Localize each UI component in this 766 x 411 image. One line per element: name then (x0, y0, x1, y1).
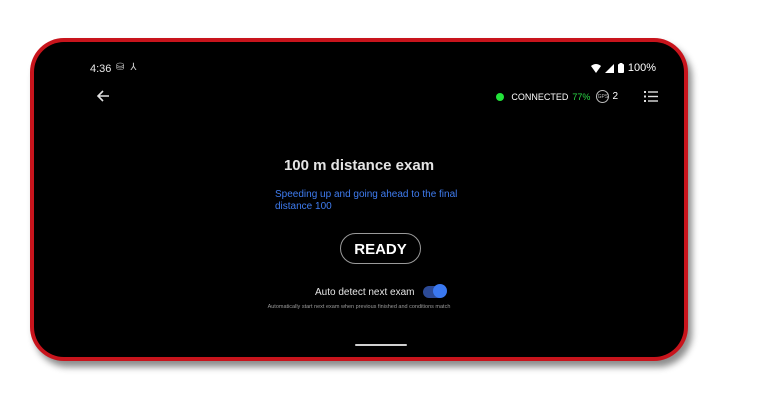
connection-status: CONNECTED 77% GPS 2 (496, 90, 658, 103)
sim-icon: ⛁ (116, 62, 131, 73)
device-frame: 4:36 ⛁⅄ 100% CONNECTED 77% GPS 2 100 m d… (30, 38, 688, 361)
connection-label: CONNECTED (511, 91, 569, 102)
auto-detect-hint: Automatically start next exam when previ… (267, 304, 451, 310)
auto-detect-toggle[interactable] (423, 284, 447, 298)
satellite-count: 2 (612, 91, 618, 102)
status-left-icons: ⛁⅄ (116, 62, 143, 73)
exam-description: Speeding up and going ahead to the final… (275, 189, 485, 213)
gps-icon: GPS (596, 90, 610, 103)
arrow-left-icon[interactable] (94, 87, 112, 105)
list-icon[interactable] (644, 90, 658, 103)
battery-icon (617, 63, 624, 73)
status-right: 100% (590, 62, 656, 74)
auto-detect-label: Auto detect next exam (315, 287, 415, 298)
status-time: 4:36 (90, 63, 112, 75)
gesture-navigation-bar[interactable] (355, 344, 407, 346)
connection-percent: 77% (572, 91, 591, 102)
wifi-icon (590, 63, 601, 73)
battery-percent: 100% (627, 62, 656, 74)
signal-icon (604, 63, 614, 73)
app-screen: 4:36 ⛁⅄ 100% CONNECTED 77% GPS 2 100 m d… (34, 42, 684, 357)
exam-title: 100 m distance exam (283, 157, 435, 174)
network-share-icon: ⅄ (130, 62, 143, 73)
ready-button[interactable]: READY (340, 233, 421, 264)
description-line: Speeding up and going ahead to the final (275, 189, 458, 200)
toggle-knob (433, 284, 447, 298)
connected-dot (496, 92, 505, 101)
description-line: distance 100 (275, 201, 332, 212)
